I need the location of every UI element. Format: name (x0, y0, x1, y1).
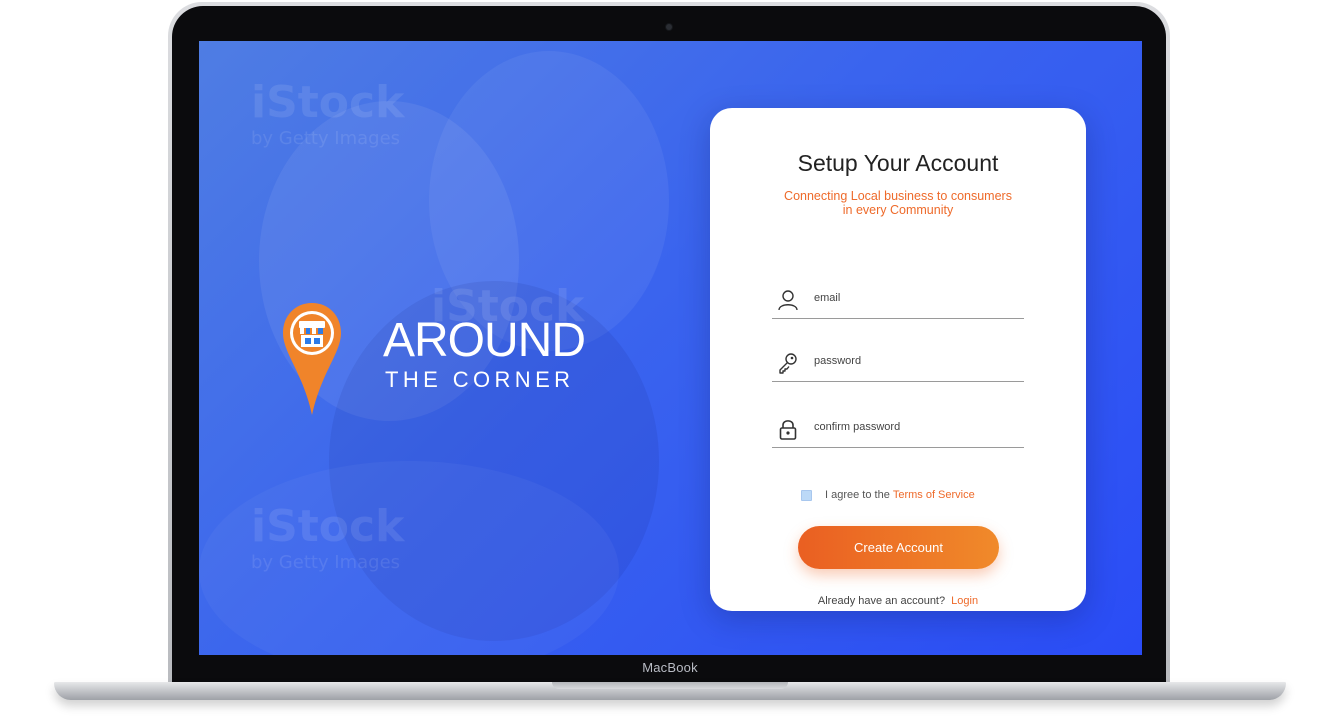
confirm-password-input[interactable] (814, 421, 1014, 433)
card-title: Setup Your Account (797, 150, 999, 176)
confirm-password-field (772, 413, 1024, 448)
email-field (772, 284, 1024, 319)
logo-wordmark-secondary: THE CORNER (385, 367, 575, 392)
signup-card: Setup Your Account Connecting Local busi… (710, 108, 1086, 611)
terms-of-service-link[interactable]: Terms of Service (893, 489, 975, 501)
email-input[interactable] (814, 292, 1014, 304)
subtitle-line: in every Community (842, 203, 954, 217)
stock-watermark: iStock by Getty Images (251, 501, 405, 573)
terms-checkbox[interactable] (801, 489, 812, 501)
storefront-pin-icon (283, 303, 341, 415)
stock-watermark: iStock by Getty Images (251, 77, 405, 149)
login-prompt: Already have an account? Login (710, 595, 1086, 607)
password-field (772, 347, 1024, 382)
key-icon (779, 353, 797, 374)
create-account-button[interactable]: Create Account (798, 526, 999, 569)
webcam-icon (666, 24, 672, 30)
lock-icon (779, 420, 797, 440)
subtitle-line: Connecting Local business to consumers (784, 189, 1012, 203)
card-subtitle: Connecting Local business to consumers i… (780, 189, 1016, 217)
terms-agreement: I agree to the Terms of Service (801, 489, 975, 501)
login-prompt-text: Already have an account? (817, 595, 946, 607)
logo-wordmark-primary: AROUND (383, 314, 586, 367)
login-link[interactable]: Login (951, 595, 978, 607)
user-icon (778, 290, 798, 311)
agree-text: I agree to the (825, 489, 890, 501)
laptop-notch (552, 682, 788, 689)
app-screen: iStock by Getty Images iStock iStock by … (199, 41, 1142, 655)
password-input[interactable] (814, 355, 1014, 367)
device-label: MacBook (642, 660, 698, 675)
